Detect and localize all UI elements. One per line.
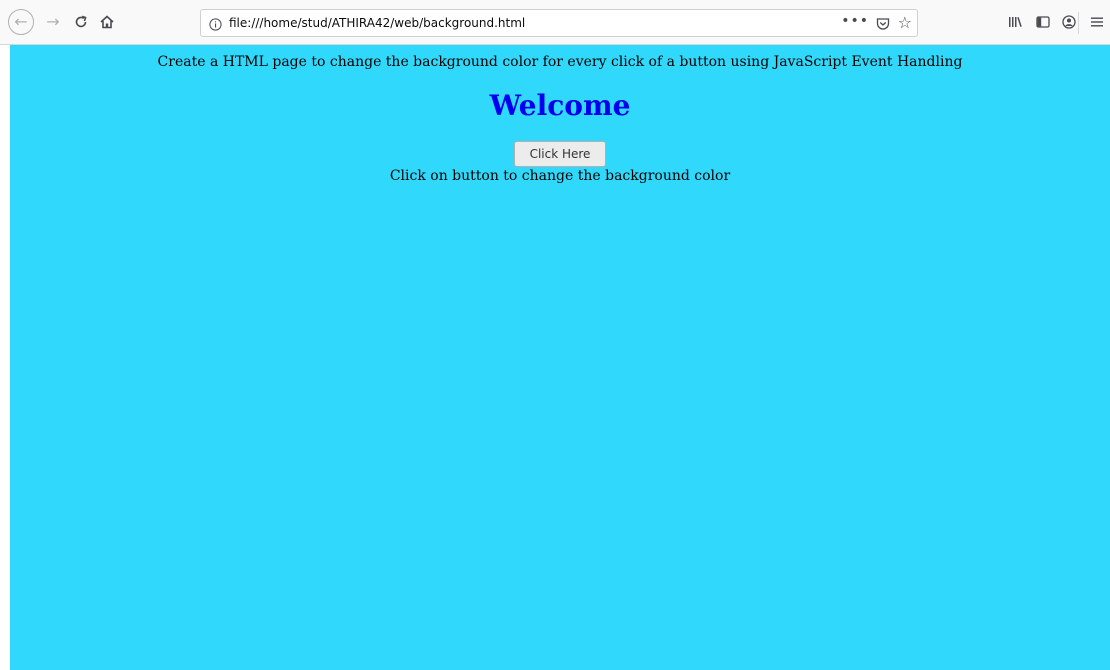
change-color-button[interactable]: Click Here [514,141,606,167]
back-arrow-icon[interactable]: ← [8,9,34,35]
window-left-edge [0,45,10,670]
more-actions-icon[interactable]: ••• [841,13,869,29]
toolbar-separator [1078,12,1079,34]
page-content: Create a HTML page to change the backgro… [10,45,1110,670]
browser-window: ← → file:///home/stud/ATHIRA42/web/backg… [0,0,1110,670]
url-text[interactable]: file:///home/stud/ATHIRA42/web/backgroun… [229,16,525,30]
library-icon[interactable] [1004,11,1026,33]
pocket-icon[interactable] [875,16,891,32]
sidebar-icon[interactable] [1032,11,1054,33]
account-icon[interactable] [1058,11,1080,33]
info-icon[interactable] [209,16,222,31]
url-bar[interactable]: file:///home/stud/ATHIRA42/web/backgroun… [200,9,918,37]
hamburger-menu-icon[interactable] [1086,11,1108,33]
forward-arrow-icon[interactable]: → [40,9,66,35]
reload-icon[interactable] [68,9,94,35]
page-heading: Welcome [489,89,631,122]
intro-text: Create a HTML page to change the backgro… [157,54,963,70]
bookmark-star-icon[interactable]: ☆ [898,13,912,32]
hint-text: Click on button to change the background… [389,168,731,184]
home-icon[interactable] [94,9,120,35]
browser-toolbar: ← → file:///home/stud/ATHIRA42/web/backg… [0,0,1110,45]
